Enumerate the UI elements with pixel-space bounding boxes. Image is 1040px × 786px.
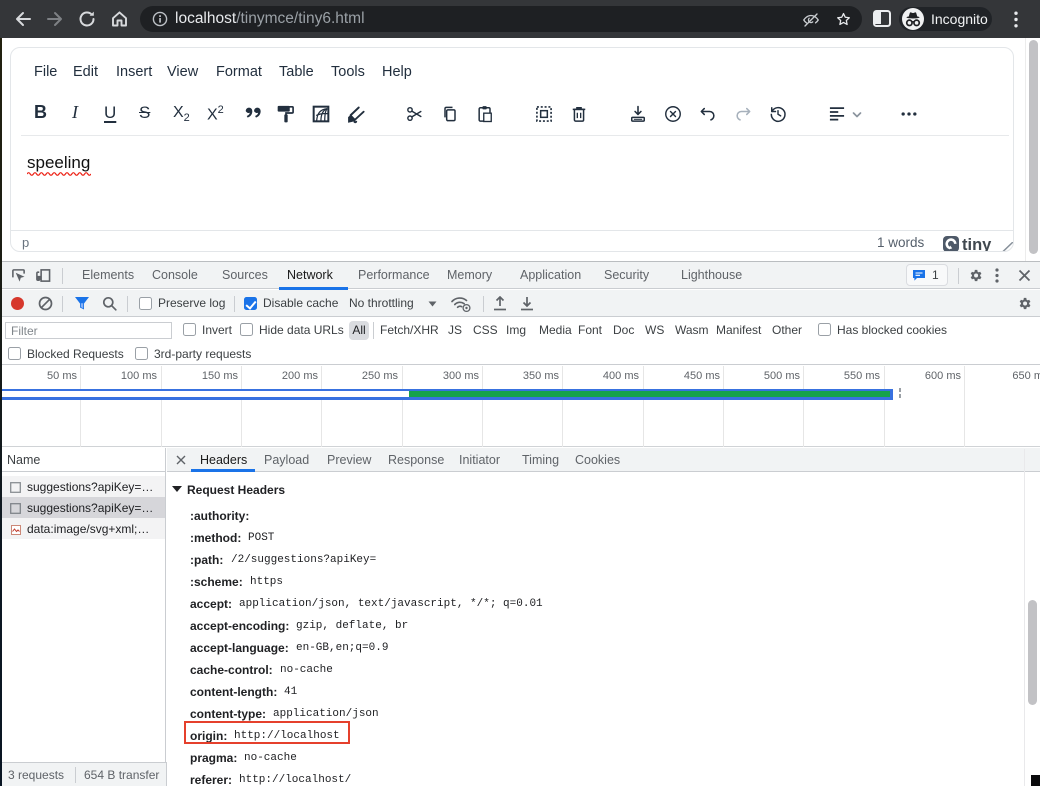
svg-text:tiny: tiny	[962, 236, 992, 252]
